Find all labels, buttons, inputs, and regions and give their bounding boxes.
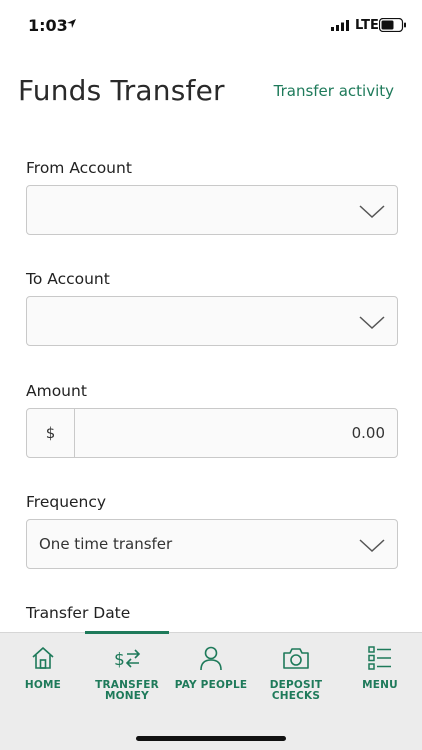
nav-pay-people-label: PAY PEOPLE: [174, 679, 248, 691]
status-time: 1:03: [28, 16, 68, 35]
menu-list-icon: [368, 646, 391, 670]
transfer-icon: $: [114, 649, 141, 670]
nav-deposit-checks-label: DEPOSIT CHECKS: [269, 679, 323, 702]
status-bar: 1:03 LTE: [0, 0, 422, 52]
bottom-nav: HOME $ TRANSFER MONEY PAY PEOPLE DEPOSIT…: [0, 631, 422, 750]
nav-menu-label: MENU: [362, 679, 398, 691]
nav-pay-people[interactable]: PAY PEOPLE: [169, 633, 253, 713]
nav-home[interactable]: HOME: [1, 633, 85, 713]
chevron-down-icon: [359, 539, 385, 553]
from-account-label: From Account: [26, 159, 132, 177]
frequency-select[interactable]: One time transfer: [26, 519, 398, 569]
camera-icon: [283, 648, 309, 669]
currency-prefix: $: [27, 409, 75, 457]
home-icon: [32, 647, 54, 669]
chevron-down-icon: [359, 316, 385, 330]
frequency-value: One time transfer: [39, 535, 173, 553]
amount-input[interactable]: [75, 409, 397, 457]
nav-transfer-money[interactable]: $ TRANSFER MONEY: [85, 633, 169, 713]
svg-text:$: $: [114, 650, 125, 670]
nav-deposit-checks[interactable]: DEPOSIT CHECKS: [254, 633, 338, 713]
nav-home-label: HOME: [24, 679, 62, 691]
to-account-select[interactable]: [26, 296, 398, 346]
person-icon: [200, 646, 222, 671]
home-indicator: [136, 736, 286, 741]
nav-transfer-money-label: TRANSFER MONEY: [95, 679, 159, 702]
nav-menu[interactable]: MENU: [338, 633, 422, 713]
from-account-select[interactable]: [26, 185, 398, 235]
transfer-activity-link[interactable]: Transfer activity: [274, 82, 394, 100]
signal-bars-icon: [331, 20, 349, 31]
location-arrow-icon: [67, 19, 76, 28]
to-account-label: To Account: [26, 270, 110, 288]
amount-field: $: [26, 408, 398, 458]
page-title: Funds Transfer: [18, 74, 225, 107]
frequency-label: Frequency: [26, 493, 107, 511]
amount-label: Amount: [26, 382, 87, 400]
chevron-down-icon: [359, 205, 385, 219]
transfer-date-label: Transfer Date: [26, 604, 131, 622]
battery-icon: [379, 18, 406, 32]
network-type: LTE: [355, 18, 379, 33]
